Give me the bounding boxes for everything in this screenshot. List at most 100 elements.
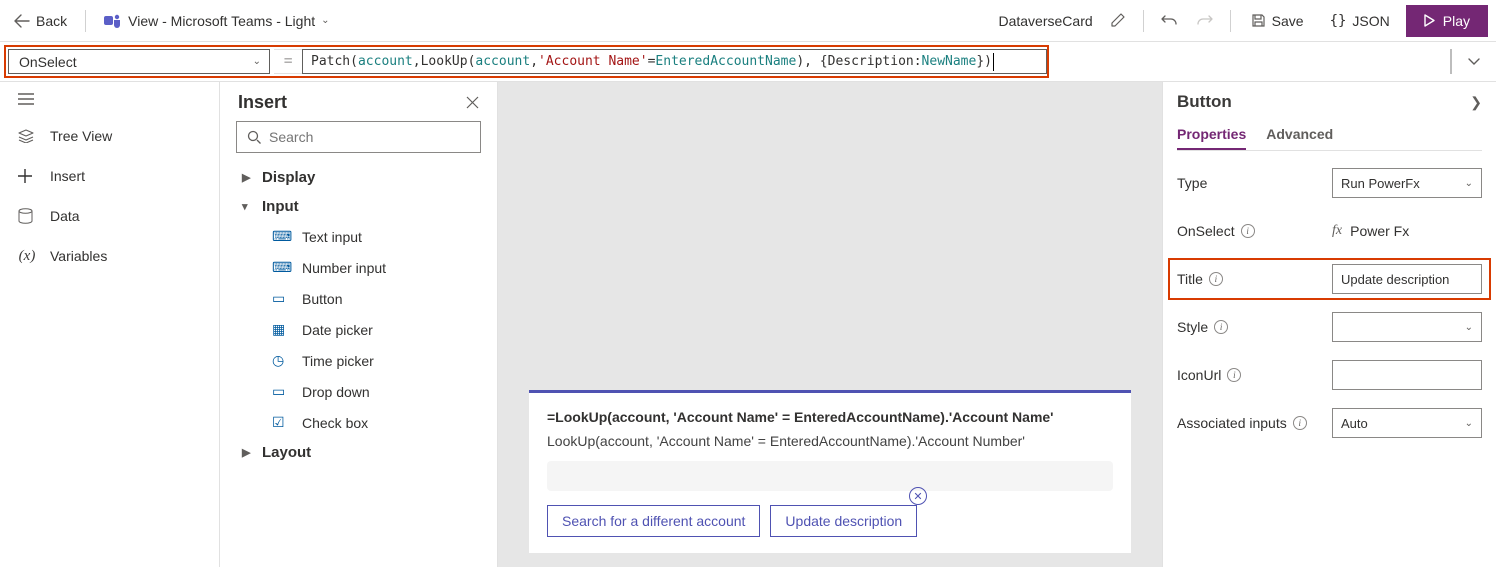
rail-variables[interactable]: (x) Variables xyxy=(0,236,219,276)
item-label: Drop down xyxy=(302,384,370,400)
save-button[interactable]: Save xyxy=(1241,5,1314,37)
property-name: OnSelect xyxy=(19,54,77,70)
dd-value: Run PowerFx xyxy=(1341,176,1420,191)
iconurl-input[interactable] xyxy=(1332,360,1482,390)
info-icon[interactable]: i xyxy=(1241,224,1255,238)
rail-insert[interactable]: Insert xyxy=(0,156,219,196)
item-label: Time picker xyxy=(302,353,374,369)
insert-group-layout[interactable]: ▶ Layout xyxy=(220,438,497,467)
redo-icon xyxy=(1197,14,1213,28)
chevron-right-icon[interactable]: ❯ xyxy=(1470,94,1482,111)
variable-icon: (x) xyxy=(18,248,36,265)
label-style: Style xyxy=(1177,319,1208,335)
insert-group-display[interactable]: ▶ Display xyxy=(220,163,497,192)
back-button[interactable]: Back xyxy=(4,5,77,37)
label-title: Title xyxy=(1177,271,1203,287)
property-dropdown[interactable]: OnSelect ⌄ xyxy=(8,49,270,74)
card-update-button[interactable]: Update description xyxy=(770,505,917,537)
divider xyxy=(1230,10,1231,32)
formula-input[interactable]: Patch(account, LookUp(account, 'Account … xyxy=(302,49,1047,74)
card-input-placeholder[interactable] xyxy=(547,461,1113,491)
edit-name-button[interactable] xyxy=(1103,6,1133,36)
btn-label: Update description xyxy=(785,513,902,529)
tok: , { xyxy=(804,54,827,69)
chevron-down-icon xyxy=(1467,57,1481,67)
document-name: DataverseCard xyxy=(994,13,1096,29)
json-button[interactable]: {} JSON xyxy=(1320,5,1400,37)
card-search-button[interactable]: Search for a different account xyxy=(547,505,760,537)
tok: ) xyxy=(796,54,804,69)
insert-check-box[interactable]: ☑ Check box xyxy=(220,407,497,438)
teams-icon xyxy=(104,13,122,29)
props-title: Button xyxy=(1177,92,1232,112)
style-dropdown[interactable]: ⌄ xyxy=(1332,312,1482,342)
insert-drop-down[interactable]: ▭ Drop down xyxy=(220,376,497,407)
card-line1: =LookUp(account, 'Account Name' = Entere… xyxy=(547,409,1113,425)
info-icon[interactable]: i xyxy=(1293,416,1307,430)
info-icon[interactable]: i xyxy=(1227,368,1241,382)
undo-icon xyxy=(1161,14,1177,28)
info-icon[interactable]: i xyxy=(1209,272,1223,286)
insert-button[interactable]: ▭Button xyxy=(220,283,497,314)
formula-highlight: OnSelect ⌄ = Patch(account, LookUp(accou… xyxy=(4,45,1049,78)
design-canvas[interactable]: =LookUp(account, 'Account Name' = Entere… xyxy=(498,82,1162,567)
insert-search[interactable] xyxy=(236,121,481,153)
rail-data[interactable]: Data xyxy=(0,196,219,236)
close-panel-button[interactable] xyxy=(466,96,479,109)
tab-advanced[interactable]: Advanced xyxy=(1266,120,1333,150)
tok: }) xyxy=(976,54,992,69)
onselect-value: Power Fx xyxy=(1350,223,1409,239)
insert-title: Insert xyxy=(238,92,287,113)
chevron-right-icon: ▶ xyxy=(242,446,252,459)
search-icon xyxy=(247,130,261,144)
divider xyxy=(85,10,86,32)
title-input[interactable]: Update description xyxy=(1332,264,1482,294)
tok: , xyxy=(413,54,421,69)
rail-label: Variables xyxy=(50,248,107,264)
formula-expand[interactable] xyxy=(1456,45,1492,78)
back-label: Back xyxy=(36,13,67,29)
divider xyxy=(1143,10,1144,32)
info-icon[interactable]: i xyxy=(1214,320,1228,334)
dropdown-icon: ▭ xyxy=(272,383,290,400)
undo-button[interactable] xyxy=(1154,6,1184,36)
clear-icon[interactable]: ✕ xyxy=(909,487,927,505)
insert-number-input[interactable]: ⌨Number input xyxy=(220,252,497,283)
rail-label: Insert xyxy=(50,168,85,184)
insert-time-picker[interactable]: ◷Time picker xyxy=(220,345,497,376)
insert-date-picker[interactable]: ▦Date picker xyxy=(220,314,497,345)
view-dropdown[interactable]: View - Microsoft Teams - Light ⌄ xyxy=(94,5,339,37)
assoc-dropdown[interactable]: Auto ⌄ xyxy=(1332,408,1482,438)
rail-label: Tree View xyxy=(50,128,112,144)
chevron-down-icon: ⌄ xyxy=(1465,322,1473,333)
insert-group-input[interactable]: ▾ Input xyxy=(220,192,497,221)
group-label: Layout xyxy=(262,444,311,461)
type-dropdown[interactable]: Run PowerFx ⌄ xyxy=(1332,168,1482,198)
item-label: Button xyxy=(302,291,342,307)
label-iconurl: IconUrl xyxy=(1177,367,1221,383)
tok: Patch xyxy=(311,54,350,69)
tab-properties[interactable]: Properties xyxy=(1177,120,1246,150)
rail-tree-view[interactable]: Tree View xyxy=(0,116,219,156)
item-label: Check box xyxy=(302,415,368,431)
chevron-down-icon: ⌄ xyxy=(253,56,261,67)
chevron-down-icon: ⌄ xyxy=(1465,178,1473,189)
json-label: JSON xyxy=(1352,13,1389,29)
insert-search-input[interactable] xyxy=(269,129,470,145)
checkbox-icon: ☑ xyxy=(272,414,290,431)
item-label: Number input xyxy=(302,260,386,276)
card-preview[interactable]: =LookUp(account, 'Account Name' = Entere… xyxy=(529,390,1131,553)
insert-text-input[interactable]: ⌨Text input xyxy=(220,221,497,252)
redo-button xyxy=(1190,6,1220,36)
tok: account xyxy=(475,54,530,69)
play-button[interactable]: Play xyxy=(1406,5,1488,37)
card-line2: LookUp(account, 'Account Name' = Entered… xyxy=(547,433,1113,449)
chevron-down-icon: ▾ xyxy=(242,200,252,213)
hamburger-button[interactable] xyxy=(0,82,219,116)
label-assoc: Associated inputs xyxy=(1177,415,1287,431)
tok: ( xyxy=(350,54,358,69)
tok: NewName xyxy=(922,54,977,69)
tok: LookUp xyxy=(421,54,468,69)
label-type: Type xyxy=(1177,175,1207,191)
caret xyxy=(993,53,994,71)
